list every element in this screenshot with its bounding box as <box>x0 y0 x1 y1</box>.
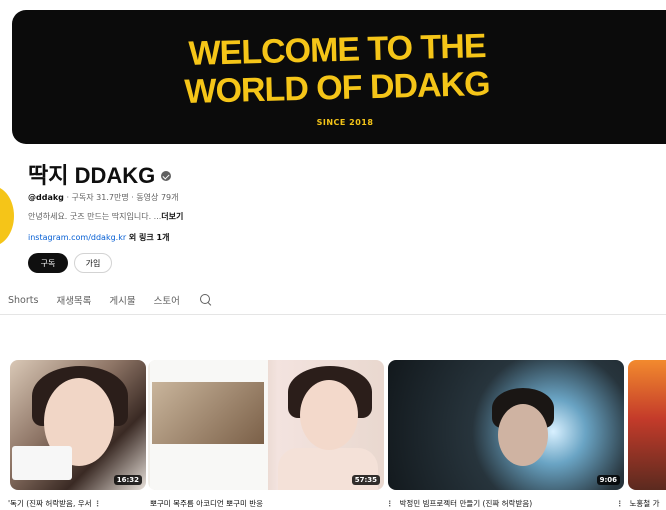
video-duration: 57:35 <box>351 475 380 485</box>
channel-banner: WELCOME TO THE WORLD OF DDAKG SINCE 2018 <box>12 10 666 144</box>
join-button[interactable]: 가입 <box>74 253 112 273</box>
channel-handle: @ddakg <box>28 193 64 202</box>
channel-name-text: 딱지 DDAKG <box>28 163 156 188</box>
tab-playlists[interactable]: 재생목록 <box>56 293 91 307</box>
thumbnail-art <box>12 446 72 480</box>
video-title-text: 뽀구미 목주름 아코디언 뽀구미 반응 <box>150 499 264 508</box>
video-duration: 16:32 <box>113 475 142 485</box>
thumbnail-art <box>300 380 358 450</box>
more-vertical-icon[interactable]: ⋮ <box>616 499 624 508</box>
video-thumbnail-4[interactable] <box>628 360 666 490</box>
banner-since: SINCE 2018 <box>316 118 374 127</box>
channel-stats: · 구독자 31.7만명 · 동영상 79개 <box>63 193 179 202</box>
tab-posts[interactable]: 게시물 <box>109 293 135 307</box>
video-duration: 9:06 <box>596 475 620 485</box>
more-link[interactable]: 더보기 <box>161 212 183 221</box>
channel-tabs: Shorts 재생목록 게시물 스토어 <box>0 290 212 310</box>
video-thumbnail-3[interactable]: 9:06 <box>388 360 624 490</box>
more-vertical-icon[interactable]: ⋮ <box>94 499 102 508</box>
tab-store[interactable]: 스토어 <box>154 293 180 307</box>
video-title-2[interactable]: 뽀구미 목주름 아코디언 뽀구미 반응 <box>150 498 263 509</box>
video-thumbnail-1[interactable]: 16:32 <box>10 360 146 490</box>
verified-check-icon <box>161 171 172 181</box>
video-thumbnail-2[interactable]: 57:35 <box>148 360 384 490</box>
thumbnail-art <box>498 404 548 466</box>
tab-shorts[interactable]: Shorts <box>8 295 38 306</box>
channel-description[interactable]: 안녕하세요. 굿즈 만드는 딱지입니다. ...더보기 <box>28 211 183 222</box>
channel-links[interactable]: instagram.com/ddakg.kr 외 링크 1개 <box>28 232 170 243</box>
video-title-text: 노홍철 가 <box>629 499 660 508</box>
subscribe-button[interactable]: 구독 <box>28 253 68 273</box>
more-vertical-icon[interactable]: ⋮ <box>386 499 394 508</box>
video-title-4[interactable]: ⋮ 노홍철 가 <box>616 498 659 509</box>
search-icon[interactable] <box>199 294 212 306</box>
more-links[interactable]: 외 링크 1개 <box>126 233 170 242</box>
description-text: 안녕하세요. 굿즈 만드는 딱지입니다. ... <box>28 212 162 221</box>
channel-meta: @ddakg · 구독자 31.7만명 · 동영상 79개 <box>28 192 178 203</box>
video-title-text: '독기 (진짜 허락받음, 우서 <box>8 499 92 508</box>
channel-title: 딱지 DDAKG <box>28 158 172 190</box>
channel-avatar[interactable] <box>0 186 14 246</box>
video-title-text: 박정민 빔프로젝터 만들기 (진짜 허락받음) <box>399 499 533 508</box>
instagram-link[interactable]: instagram.com/ddakg.kr <box>28 233 126 242</box>
video-title-1[interactable]: '독기 (진짜 허락받음, 우서 ⋮ <box>8 498 107 509</box>
thumbnail-art <box>152 382 264 444</box>
video-title-3[interactable]: ⋮ 박정민 빔프로젝터 만들기 (진짜 허락받음) <box>386 498 532 509</box>
tabs-divider <box>0 314 666 315</box>
